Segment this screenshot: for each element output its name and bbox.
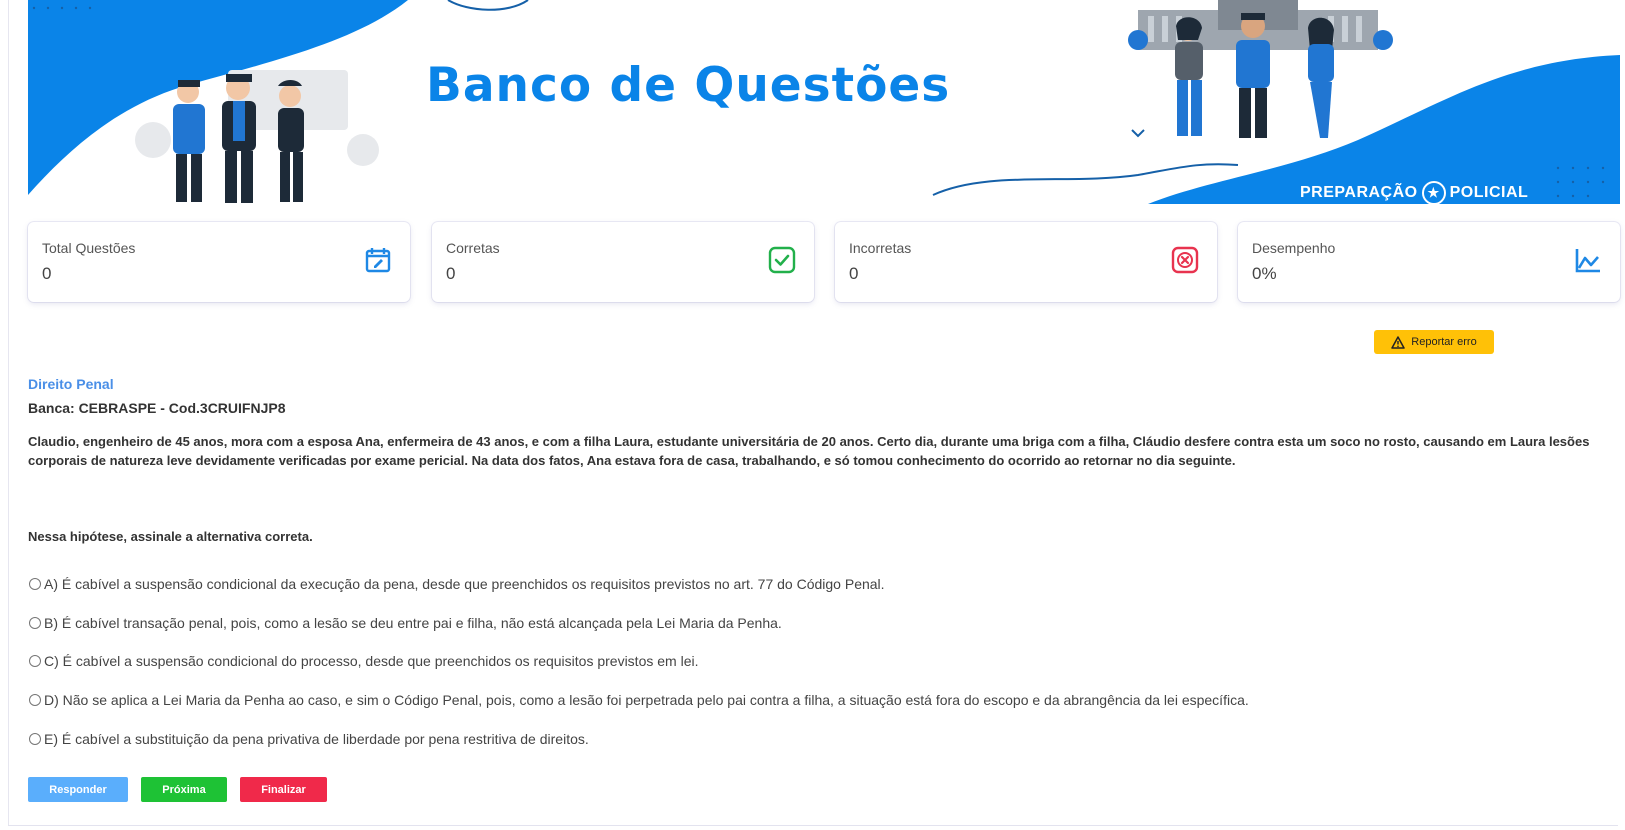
warning-triangle-icon xyxy=(1391,335,1406,349)
brand-logo: PREPARAÇÃO ★ POLICIAL xyxy=(1300,181,1528,204)
stat-label: Corretas xyxy=(446,240,500,256)
option-a-radio[interactable] xyxy=(29,578,41,590)
subject-title: Direito Penal xyxy=(28,376,114,392)
x-square-icon xyxy=(1171,246,1199,274)
option-c[interactable]: C) É cabível a suspensão condicional do … xyxy=(29,653,698,669)
option-d[interactable]: D) Não se aplica a Lei Maria da Penha ao… xyxy=(29,692,1249,708)
line-chart-icon xyxy=(1575,249,1600,273)
banca-code: Banca: CEBRASPE - Cod.3CRUIFNJP8 xyxy=(28,400,286,416)
question-text: Claudio, engenheiro de 45 anos, mora com… xyxy=(28,434,1590,468)
report-error-label: Reportar erro xyxy=(1411,336,1477,348)
stat-value: 0% xyxy=(1252,264,1277,283)
stat-value: 0 xyxy=(42,264,52,283)
left-border xyxy=(8,0,9,826)
edit-calendar-icon xyxy=(365,248,391,273)
bottom-border xyxy=(8,825,1618,826)
stat-card-incorrect: Incorretas 0 xyxy=(835,222,1217,302)
question-prompt: Nessa hipótese, assinale a alternativa c… xyxy=(28,529,313,544)
police-star-icon: ★ xyxy=(1421,181,1446,204)
stat-value: 0 xyxy=(446,264,456,283)
option-c-label: C) É cabível a suspensão condicional do … xyxy=(44,653,699,669)
stat-card-performance: Desempenho 0% xyxy=(1238,222,1620,302)
option-e-radio[interactable] xyxy=(29,733,41,745)
option-e-label: E) É cabível a substituição da pena priv… xyxy=(44,731,589,747)
finish-button[interactable]: Finalizar xyxy=(240,777,327,802)
option-c-radio[interactable] xyxy=(29,655,41,667)
report-error-button[interactable]: Reportar erro xyxy=(1374,330,1494,354)
stat-value: 0 xyxy=(849,264,859,283)
brand-left-text: PREPARAÇÃO xyxy=(1300,184,1418,201)
option-d-radio[interactable] xyxy=(29,694,41,706)
option-d-label: D) Não se aplica a Lei Maria da Penha ao… xyxy=(44,692,1249,708)
banner: Banco de Questões PREPARAÇÃO ★ POLICIAL xyxy=(28,0,1620,204)
stat-label: Total Questões xyxy=(42,240,136,256)
option-a[interactable]: A) É cabível a suspensão condicional da … xyxy=(29,576,885,592)
stat-label: Desempenho xyxy=(1252,240,1336,256)
page: Banco de Questões PREPARAÇÃO ★ POLICIAL … xyxy=(0,0,1625,830)
stat-label: Incorretas xyxy=(849,240,912,256)
check-square-icon xyxy=(768,246,796,274)
option-b-radio[interactable] xyxy=(29,617,41,629)
option-b[interactable]: B) É cabível transação penal, pois, como… xyxy=(29,615,782,631)
stat-card-total: Total Questões 0 xyxy=(28,222,410,302)
brand-right-text: POLICIAL xyxy=(1449,184,1529,201)
stat-card-correct: Corretas 0 xyxy=(432,222,814,302)
option-a-label: A) É cabível a suspensão condicional da … xyxy=(44,576,885,592)
respond-button[interactable]: Responder xyxy=(28,777,128,802)
banner-title: Banco de Questões xyxy=(426,58,951,113)
option-e[interactable]: E) É cabível a substituição da pena priv… xyxy=(29,731,589,747)
next-button[interactable]: Próxima xyxy=(141,777,227,802)
option-b-label: B) É cabível transação penal, pois, como… xyxy=(44,615,782,631)
